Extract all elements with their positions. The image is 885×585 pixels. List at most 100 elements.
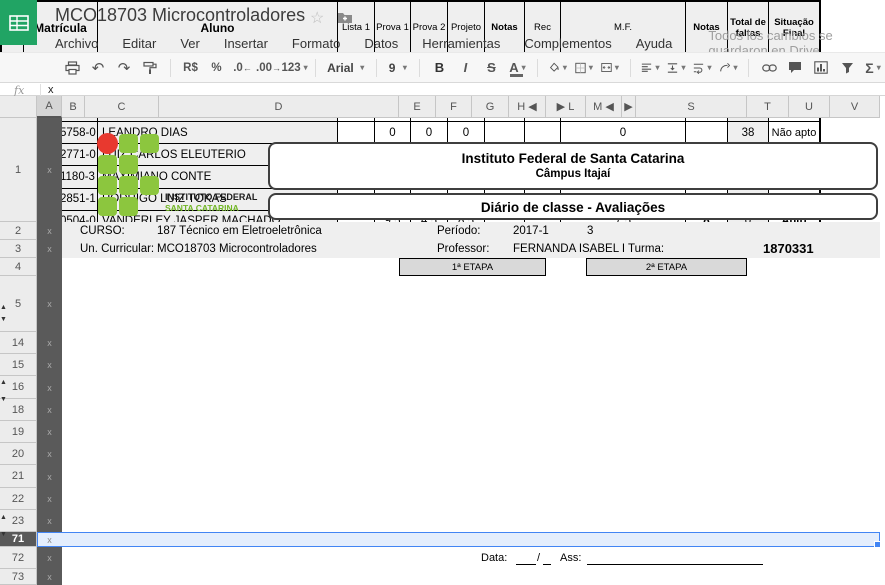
row-header-15[interactable]: 15 xyxy=(0,354,37,376)
select-all-corner[interactable] xyxy=(0,96,37,118)
row-group-expand-icon[interactable]: ▼ xyxy=(0,396,9,404)
column-header-m[interactable]: M ◀ xyxy=(586,96,622,118)
menu-formato[interactable]: Formato xyxy=(292,36,340,51)
redo-button[interactable]: ↷ xyxy=(112,56,136,80)
formula-bar-value[interactable]: x xyxy=(48,84,54,96)
fill-color-button[interactable]: ▾ xyxy=(546,56,570,80)
footer-ass-label[interactable]: Ass: xyxy=(560,551,581,565)
uc-value[interactable]: MCO18703 Microcontroladores xyxy=(157,240,317,258)
increase-decimal-button[interactable]: .00→ xyxy=(257,56,281,80)
uc-label[interactable]: Un. Curricular: xyxy=(80,240,154,258)
menu-editar[interactable]: Editar xyxy=(122,36,156,51)
periodo-stage[interactable]: 3 xyxy=(587,222,593,240)
sheets-logo-icon[interactable] xyxy=(0,0,37,45)
text-wrap-button[interactable]: ▾ xyxy=(690,56,714,80)
insert-comment-button[interactable] xyxy=(783,56,807,80)
format-currency-button[interactable]: R$ xyxy=(179,56,203,80)
row-header-2[interactable]: 2 xyxy=(0,222,37,240)
row-header-22[interactable]: 22 xyxy=(0,488,37,510)
row-header-19[interactable]: 19 xyxy=(0,421,37,443)
print-button[interactable] xyxy=(60,56,84,80)
curso-value[interactable]: 187 Técnico em Eletroeletrônica xyxy=(157,222,322,240)
column-header-u[interactable]: U xyxy=(789,96,830,118)
number-format-button[interactable]: 123▾ xyxy=(283,56,307,80)
sheet-title-box[interactable]: Diário de classe - Avaliações xyxy=(268,193,878,220)
column-header-v[interactable]: V xyxy=(830,96,880,118)
row-group-collapse-icon[interactable]: ▲ xyxy=(0,379,9,387)
insert-link-button[interactable] xyxy=(757,56,781,80)
functions-button[interactable]: Σ▾ xyxy=(861,56,885,80)
format-percent-button[interactable]: % xyxy=(205,56,229,80)
institution-header-box[interactable]: Instituto Federal de Santa Catarina Câmp… xyxy=(268,142,878,190)
column-a-cell[interactable]: x xyxy=(37,443,62,465)
professor-label[interactable]: Professor: xyxy=(437,240,489,258)
menu-ver[interactable]: Ver xyxy=(180,36,200,51)
column-header-c[interactable]: C xyxy=(85,96,159,118)
row-group-collapse-icon[interactable]: ▲ xyxy=(0,304,9,312)
column-a-cell[interactable]: x xyxy=(37,222,62,240)
column-a-cell[interactable]: x xyxy=(37,421,62,443)
row-header-20[interactable]: 20 xyxy=(0,443,37,465)
insert-chart-button[interactable] xyxy=(809,56,833,80)
turma-value[interactable]: 1870331 xyxy=(763,239,814,257)
selection-fill-handle[interactable] xyxy=(874,541,881,548)
strikethrough-button[interactable]: S xyxy=(479,56,503,80)
cell-a71[interactable]: x xyxy=(37,532,62,547)
row-header-3[interactable]: 3 xyxy=(0,240,37,258)
column-a-cell[interactable]: x xyxy=(37,547,62,569)
menu-complementos[interactable]: Complementos xyxy=(524,36,611,51)
periodo-label[interactable]: Período: xyxy=(437,222,480,240)
merge-cells-button[interactable]: ▾ xyxy=(598,56,622,80)
column-header-d[interactable]: D xyxy=(159,96,399,118)
column-header-[interactable]: ▶ xyxy=(622,96,636,118)
column-a-cell[interactable]: x xyxy=(37,465,62,488)
column-header-s[interactable]: S xyxy=(636,96,747,118)
column-header-b[interactable]: B xyxy=(62,96,85,118)
row-header-1[interactable]: 1 xyxy=(0,118,37,222)
column-a-cell[interactable]: x xyxy=(37,332,62,354)
menu-insertar[interactable]: Insertar xyxy=(224,36,268,51)
borders-button[interactable]: ▾ xyxy=(572,56,596,80)
vertical-align-button[interactable]: ▾ xyxy=(664,56,688,80)
column-a-cell[interactable]: x xyxy=(37,240,62,258)
row-header-21[interactable]: 21 xyxy=(0,465,37,488)
column-header-g[interactable]: G xyxy=(472,96,509,118)
etapa1-header[interactable]: 1ª ETAPA xyxy=(399,258,546,276)
row-group-expand-icon[interactable]: ▼ xyxy=(0,531,9,539)
column-header-a[interactable]: A xyxy=(37,96,62,118)
column-a-cell[interactable]: x xyxy=(37,376,62,399)
footer-data-label[interactable]: Data: xyxy=(481,551,507,565)
horizontal-align-button[interactable]: ▾ xyxy=(638,56,662,80)
formula-bar[interactable] xyxy=(0,83,885,96)
periodo-value[interactable]: 2017-1 xyxy=(513,222,549,240)
column-a-cell[interactable]: x xyxy=(37,488,62,510)
row-header-14[interactable]: 14 xyxy=(0,332,37,354)
row-group-expand-icon[interactable]: ▼ xyxy=(0,316,9,324)
undo-button[interactable]: ↶ xyxy=(86,56,110,80)
column-a-cell[interactable]: x xyxy=(37,569,62,585)
professor-value[interactable]: FERNANDA ISABEL I Turma: xyxy=(513,240,664,258)
etapa2-header[interactable]: 2ª ETAPA xyxy=(586,258,747,276)
column-a-cell[interactable]: x xyxy=(37,118,62,222)
menu-herramientas[interactable]: Herramientas xyxy=(422,36,500,51)
menu-ayuda[interactable]: Ayuda xyxy=(636,36,673,51)
column-a-cell[interactable]: x xyxy=(37,510,62,532)
column-header-f[interactable]: F xyxy=(436,96,472,118)
column-header-t[interactable]: T xyxy=(747,96,789,118)
menu-datos[interactable]: Datos xyxy=(364,36,398,51)
row-header-73[interactable]: 73 xyxy=(0,569,37,585)
column-a-cell[interactable]: x xyxy=(37,276,62,332)
decrease-decimal-button[interactable]: .0← xyxy=(231,56,255,80)
bold-button[interactable]: B xyxy=(427,56,451,80)
column-header-l[interactable]: ▶ L xyxy=(546,96,586,118)
column-a-cell[interactable]: x xyxy=(37,399,62,421)
document-title[interactable]: MCO18703 Microcontroladores xyxy=(55,5,305,26)
menu-archivo[interactable]: Archivo xyxy=(55,36,98,51)
selected-row-highlight[interactable] xyxy=(37,532,880,547)
column-header-h[interactable]: H ◀ xyxy=(509,96,546,118)
move-to-folder-icon[interactable] xyxy=(337,11,353,24)
paint-format-button[interactable] xyxy=(138,56,162,80)
italic-button[interactable]: I xyxy=(453,56,477,80)
row-header-72[interactable]: 72 xyxy=(0,547,37,569)
font-family-select[interactable]: Arial▾ xyxy=(323,57,368,79)
